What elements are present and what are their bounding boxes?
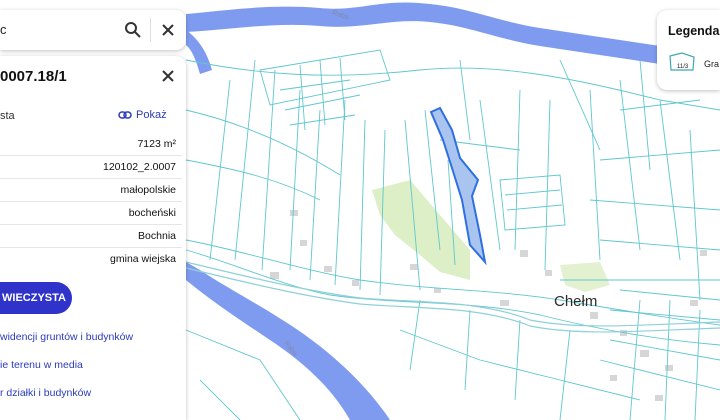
row-divider xyxy=(0,201,182,202)
info-row-commune-type: gmina wiejska xyxy=(0,249,186,271)
link-icon xyxy=(118,111,132,119)
legend-item-label: Gra xyxy=(704,59,720,69)
place-label: Chełm xyxy=(554,293,598,310)
legend-title: Legenda xyxy=(668,24,720,38)
show-button-label: Pokaż xyxy=(136,109,167,121)
show-button[interactable]: Pokaż xyxy=(118,109,167,121)
river-left-edge xyxy=(186,30,212,74)
land-register-button[interactable]: WIECZYSTA xyxy=(0,282,72,314)
row-divider xyxy=(0,224,182,225)
close-icon[interactable] xyxy=(158,20,178,40)
info-row-id: 120102_2.0007 xyxy=(0,157,186,179)
link-utilities[interactable]: ie terenu w media xyxy=(0,359,83,371)
legend-panel[interactable]: Legenda 11/3 Gra xyxy=(657,10,720,90)
parcel-boundary-icon: 11/3 xyxy=(669,52,695,71)
parcel-id-value: 120102_2.0007 xyxy=(103,161,176,173)
parcel-details-panel: 0007.18/1 sta Pokaż 7123 m² 120102_2.000… xyxy=(0,56,186,420)
close-icon[interactable] xyxy=(158,66,178,86)
search-bar: c xyxy=(0,10,186,50)
voivodeship-value: małopolskie xyxy=(120,184,176,196)
info-row-commune: Bochnia xyxy=(0,226,186,248)
location-label: sta xyxy=(0,110,15,122)
land-register-button-label: WIECZYSTA xyxy=(2,292,66,304)
green-area xyxy=(560,262,610,292)
parcel-title: 0007.18/1 xyxy=(0,68,67,85)
green-area xyxy=(372,180,470,280)
info-row-voivodeship: małopolskie xyxy=(0,180,186,202)
parcel-lines xyxy=(185,49,720,420)
info-row-county: bocheński xyxy=(0,203,186,225)
link-land-registry[interactable]: widencji gruntów i budynków xyxy=(0,331,133,343)
legend-icon-label: 11/3 xyxy=(677,64,689,70)
search-divider xyxy=(150,18,151,42)
link-parcel-buildings[interactable]: r działki i budynków xyxy=(0,387,91,399)
commune-value: Bochnia xyxy=(138,230,176,242)
row-divider xyxy=(0,247,182,248)
area-value: 7123 m² xyxy=(137,138,176,150)
county-value: bocheński xyxy=(128,207,176,219)
search-input[interactable]: c xyxy=(0,22,7,37)
search-icon[interactable] xyxy=(124,21,142,39)
info-row-area: 7123 m² xyxy=(0,134,186,156)
row-divider xyxy=(0,155,182,156)
row-divider xyxy=(0,178,182,179)
river-top xyxy=(186,2,660,64)
commune-type-value: gmina wiejska xyxy=(110,253,176,265)
